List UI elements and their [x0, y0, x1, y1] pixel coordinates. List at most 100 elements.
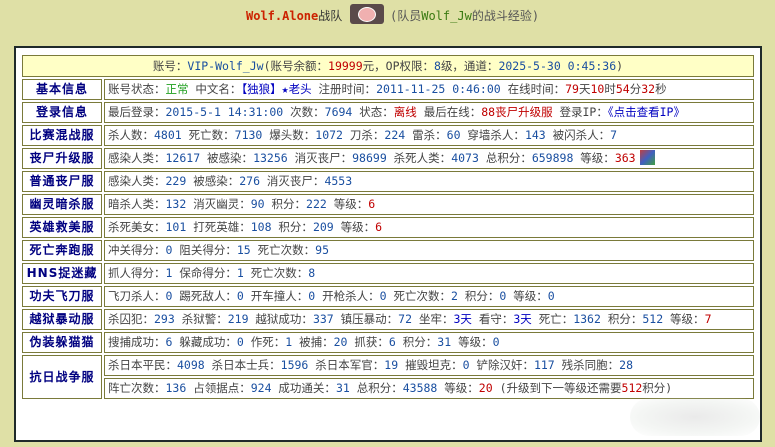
account-row: 账号：VIP-Wolf_Jw(账号余额：19999元，OP权限：8级，通道：20…	[22, 55, 754, 77]
value-segment: 保命得分：	[172, 266, 237, 280]
value-segment: 雷杀：	[405, 128, 447, 142]
value-segment: 注册时间：	[311, 82, 377, 96]
value-segment: 72	[398, 312, 413, 326]
stats-row: 登录信息 最后登录：2015-5-1 14:31:00 次数：7694 状态：离线…	[22, 102, 754, 123]
value-segment: 32	[641, 82, 656, 96]
value-segment: 79	[565, 82, 579, 96]
value-segment: 2011-11-25 0:46:00	[376, 82, 501, 96]
value-segment: 224	[384, 128, 406, 142]
value-segment: 秒	[655, 82, 667, 96]
value-segment: 杀人数：	[108, 128, 154, 142]
value-segment: 31	[335, 381, 350, 395]
member-subtitle: (队员Wolf_Jw的战斗经验)	[390, 7, 539, 24]
value-segment: 总积分：	[349, 381, 403, 395]
value-segment: 阻关得分：	[172, 243, 237, 257]
value-segment: 消灭丧尸：	[287, 151, 353, 165]
value-segment: 感染人类：	[108, 151, 166, 165]
row-values: 杀死美女：101 打死英雄：108 积分：209 等级：6	[104, 217, 754, 238]
value-segment: 132	[165, 197, 187, 211]
row-values: 抓人得分：1 保命得分：1 死亡次数：8	[104, 263, 754, 284]
value-segment: 铲除汉奸：	[469, 358, 534, 372]
value-segment: 杀日本平民：	[108, 358, 177, 372]
stats-row: 阵亡次数：136 占领据点：924 成功通关：31 总积分：43588 等级：2…	[22, 378, 754, 399]
stats-row: 抗日战争服 杀日本平民：4098 杀日本士兵：1596 杀日本军官：19 摧毁坦克…	[22, 355, 754, 399]
account-cell: 账号：VIP-Wolf_Jw(账号余额：19999元，OP权限：8级，通道：20…	[22, 55, 754, 77]
stats-row: 丧尸升级服 感染人类：12617 被感染：13256 消灭丧尸：98699 杀死人…	[22, 148, 754, 169]
row-values: 冲关得分：0 阻关得分：15 死亡次数：95	[104, 240, 754, 261]
row-label: 丧尸升级服	[22, 148, 102, 169]
value-segment: 飞刀杀人：	[108, 289, 166, 303]
value-segment: 60	[446, 128, 461, 142]
stats-rows: 基本信息 账号状态：正常 中文名：【独狼】★老头 注册时间：2011-11-25 …	[22, 79, 754, 399]
value-segment: 229	[165, 174, 187, 188]
value-segment: 躲藏成功：	[172, 335, 237, 349]
value-segment: 看守：	[471, 312, 514, 326]
value-segment: 7130	[234, 128, 263, 142]
value-segment: 中文名：	[188, 82, 242, 96]
value-segment: 占领据点：	[186, 381, 251, 395]
row-values: 杀囚犯：293 杀狱警：219 越狱成功：337 镇压暴动：72 坐牢：3天 看…	[104, 309, 754, 330]
op-unit: 级，通道：	[440, 59, 499, 73]
value-segment: 0	[236, 289, 244, 303]
value-segment: 最后在线：	[416, 105, 482, 119]
value-segment: 4073	[451, 151, 479, 165]
value-segment: 被感染：	[200, 151, 254, 165]
stats-row: 普通丧尸服 感染人类：229 被感染：276 消灭丧尸：4553	[22, 171, 754, 192]
value-segment: 4553	[324, 174, 353, 188]
stats-row: 功夫飞刀服 飞刀杀人：0 踢死敌人：0 开车撞人：0 开枪杀人：0 死亡次数：2 …	[22, 286, 754, 307]
member-name: Wolf_Jw	[421, 9, 472, 23]
stats-row: 幽灵暗杀服 暗杀人类：132 消灭幽灵：90 积分：222 等级：6	[22, 194, 754, 215]
value-segment: 积分：	[395, 335, 438, 349]
value-segment: 10	[590, 82, 605, 96]
value-segment: 打死英雄：	[186, 220, 251, 234]
stats-row: HNS捉迷藏 抓人得分：1 保命得分：1 死亡次数：8	[22, 263, 754, 284]
value-segment: 209	[312, 220, 334, 234]
value-segment: 杀死美女：	[108, 220, 166, 234]
rank-avatar-icon	[639, 150, 655, 165]
row-label: 伪装躲猫猫	[22, 332, 102, 353]
value-segment: 98699	[352, 151, 387, 165]
value-segment: 爆头数：	[262, 128, 316, 142]
value-segment: 开枪杀人：	[315, 289, 380, 303]
op-level: 8	[434, 59, 441, 73]
value-segment: 8	[308, 266, 316, 280]
value-segment: 离线	[393, 105, 417, 119]
value-segment: 7	[704, 312, 712, 326]
stats-row: 越狱暴动服 杀囚犯：293 杀狱警：219 越狱成功：337 镇压暴动：72 坐牢…	[22, 309, 754, 330]
row-label: 普通丧尸服	[22, 171, 102, 192]
value-segment: 512	[621, 381, 643, 395]
row-label: 死亡奔跑服	[22, 240, 102, 261]
stats-row: 英雄救美服 杀死美女：101 打死英雄：108 积分：209 等级：6	[22, 217, 754, 238]
row-label: 抗日战争服	[22, 355, 102, 399]
value-segment: 等级：	[333, 220, 376, 234]
value-segment: 88丧尸升级服	[481, 105, 553, 119]
value-segment: 积分)	[642, 381, 673, 395]
value-segment: 等级：	[451, 335, 493, 349]
row-values: 账号状态：正常 中文名：【独狼】★老头 注册时间：2011-11-25 0:46…	[104, 79, 754, 100]
value-segment: 《点击查看IP》	[607, 105, 685, 119]
value-segment: 积分：	[264, 197, 307, 211]
value-segment: 3天	[453, 312, 472, 326]
row-label: 幽灵暗杀服	[22, 194, 102, 215]
title-bar: Wolf.Alone战队 (队员Wolf_Jw的战斗经验)	[0, 0, 775, 30]
value-segment: 正常	[165, 82, 189, 96]
value-segment: 95	[315, 243, 330, 257]
balance-label: (账号余额：	[263, 59, 329, 73]
row-label: 英雄救美服	[22, 217, 102, 238]
value-segment: 死亡次数：	[250, 243, 316, 257]
value-segment: 293	[154, 312, 175, 326]
row-values: 感染人类：229 被感染：276 消灭丧尸：4553	[104, 171, 754, 192]
value-segment: 被捕：	[292, 335, 334, 349]
channel-time: 2025-5-30 0:45:36	[498, 59, 617, 73]
value-segment: 1	[236, 266, 244, 280]
stats-panel: 账号：VIP-Wolf_Jw(账号余额：19999元，OP权限：8级，通道：20…	[14, 46, 762, 442]
row-values: 杀人数：4801 死亡数：7130 爆头数：1072 刀杀：224 雷杀：60 …	[104, 125, 754, 146]
value-segment: 死亡次数：	[243, 266, 309, 280]
value-segment: (升级到下一等级还需要	[492, 381, 622, 395]
value-segment: 337	[312, 312, 334, 326]
stats-row: 伪装躲猫猫 搜捕成功：6 躲藏成功：0 作死：1 被捕：20 抓获：6 积分：31…	[22, 332, 754, 353]
value-segment: 512	[642, 312, 664, 326]
value-segment: 总积分：	[478, 151, 532, 165]
member-suffix: 的战斗经验)	[471, 9, 540, 23]
value-segment: 积分：	[600, 312, 643, 326]
